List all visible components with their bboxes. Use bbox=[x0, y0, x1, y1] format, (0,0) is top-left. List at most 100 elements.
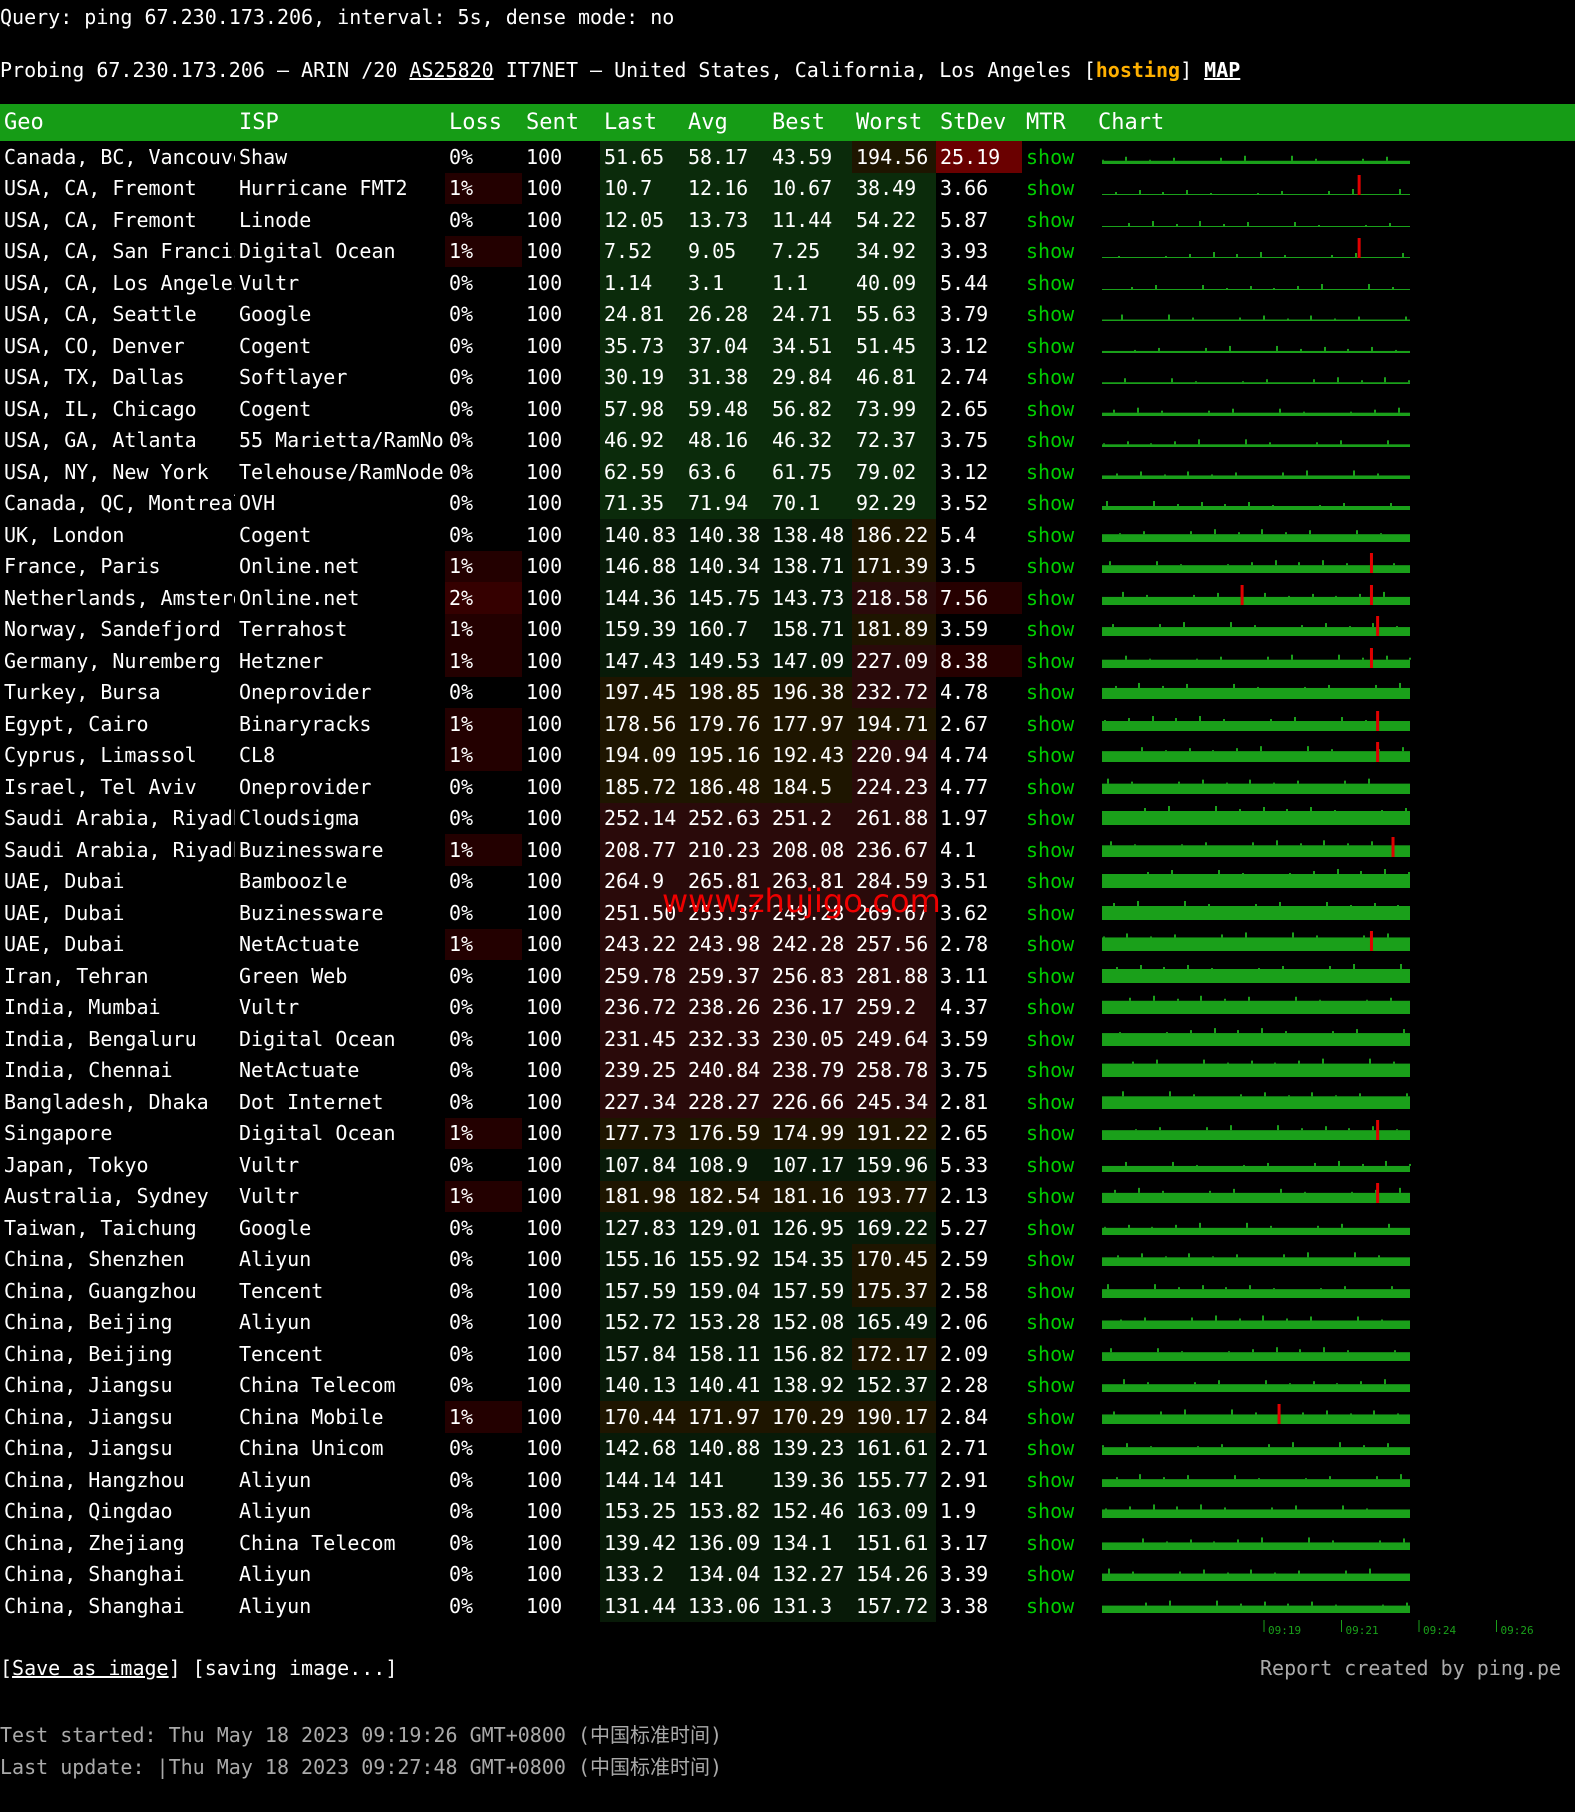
cell-mtr[interactable]: show bbox=[1022, 771, 1094, 803]
cell-worst: 181.89 bbox=[852, 613, 936, 645]
cell-last: 142.68 bbox=[600, 1432, 684, 1464]
cell-mtr[interactable]: show bbox=[1022, 1118, 1094, 1150]
jitter-tick bbox=[1236, 1254, 1238, 1258]
jitter-tick bbox=[1277, 1125, 1279, 1131]
cell-mtr[interactable]: show bbox=[1022, 1496, 1094, 1528]
latency-sparkline bbox=[1102, 470, 1410, 479]
cell-mtr[interactable]: show bbox=[1022, 740, 1094, 772]
cell-mtr[interactable]: show bbox=[1022, 1086, 1094, 1118]
cell-mtr[interactable]: show bbox=[1022, 1149, 1094, 1181]
cell-mtr[interactable]: show bbox=[1022, 1464, 1094, 1496]
map-link[interactable]: MAP bbox=[1204, 58, 1240, 82]
cell-last: 181.98 bbox=[600, 1180, 684, 1212]
jitter-tick bbox=[1149, 658, 1151, 660]
cell-geo: USA, CA, San Francisco bbox=[4, 239, 235, 264]
cell-avg: 58.17 bbox=[684, 141, 768, 173]
latency-sparkline bbox=[1102, 314, 1410, 322]
cell-mtr[interactable]: show bbox=[1022, 425, 1094, 457]
cell-mtr[interactable]: show bbox=[1022, 677, 1094, 709]
latency-sparkline bbox=[1102, 778, 1410, 794]
cell-mtr[interactable]: show bbox=[1022, 1181, 1094, 1213]
cell-last: 153.25 bbox=[600, 1495, 684, 1527]
cell-avg: 149.53 bbox=[684, 645, 768, 677]
jitter-tick bbox=[1202, 1284, 1204, 1289]
cell-sent: 100 bbox=[526, 1247, 563, 1272]
cell-mtr[interactable]: show bbox=[1022, 1527, 1094, 1559]
cell-mtr[interactable]: show bbox=[1022, 362, 1094, 394]
cell-isp: Linode bbox=[239, 207, 312, 232]
cell-mtr[interactable]: show bbox=[1022, 204, 1094, 236]
cell-mtr[interactable]: show bbox=[1022, 519, 1094, 551]
cell-worst: 34.92 bbox=[852, 235, 936, 267]
jitter-tick bbox=[1162, 1191, 1164, 1194]
jitter-tick bbox=[1264, 1601, 1266, 1606]
jitter-tick bbox=[1291, 155, 1293, 161]
jitter-tick bbox=[1344, 780, 1346, 784]
cell-geo: China, Beijing bbox=[4, 1341, 173, 1366]
cell-mtr[interactable]: show bbox=[1022, 1401, 1094, 1433]
latency-bar bbox=[1102, 533, 1410, 542]
cell-mtr[interactable]: show bbox=[1022, 614, 1094, 646]
cell-mtr[interactable]: show bbox=[1022, 1212, 1094, 1244]
cell-avg: 13.73 bbox=[684, 204, 768, 236]
cell-mtr[interactable]: show bbox=[1022, 1590, 1094, 1622]
cell-mtr[interactable]: show bbox=[1022, 1244, 1094, 1276]
cell-mtr[interactable]: show bbox=[1022, 393, 1094, 425]
jitter-tick bbox=[1140, 471, 1142, 476]
cell-avg: 12.16 bbox=[684, 172, 768, 204]
cell-mtr[interactable]: show bbox=[1022, 299, 1094, 331]
cell-mtr[interactable]: show bbox=[1022, 236, 1094, 268]
cell-mtr[interactable]: show bbox=[1022, 929, 1094, 961]
jitter-tick bbox=[1292, 932, 1294, 938]
jitter-tick bbox=[1189, 748, 1191, 752]
latency-sparkline bbox=[1102, 1252, 1410, 1267]
cell-mtr[interactable]: show bbox=[1022, 551, 1094, 583]
latency-sparkline bbox=[1102, 283, 1410, 290]
cell-mtr[interactable]: show bbox=[1022, 897, 1094, 929]
cell-mtr[interactable]: show bbox=[1022, 1023, 1094, 1055]
jitter-tick bbox=[1377, 473, 1379, 476]
table-row: China, Shenzhen Aliyun 0% 100 155.16 155.92 15… bbox=[0, 1243, 1575, 1276]
save-image-link[interactable]: Save as image bbox=[12, 1656, 169, 1680]
cell-worst: 163.09 bbox=[852, 1495, 936, 1527]
cell-mtr[interactable]: show bbox=[1022, 1338, 1094, 1370]
jitter-tick bbox=[1154, 1283, 1156, 1289]
jitter-tick bbox=[1400, 963, 1402, 969]
cell-mtr[interactable]: show bbox=[1022, 866, 1094, 898]
cell-mtr[interactable]: show bbox=[1022, 173, 1094, 205]
jitter-tick bbox=[1368, 778, 1370, 784]
cell-mtr[interactable]: show bbox=[1022, 1433, 1094, 1465]
cell-mtr[interactable]: show bbox=[1022, 267, 1094, 299]
jitter-tick bbox=[1375, 685, 1377, 689]
cell-mtr[interactable]: show bbox=[1022, 960, 1094, 992]
cell-loss: 1% bbox=[445, 235, 522, 267]
jitter-tick bbox=[1112, 624, 1114, 628]
cell-mtr[interactable]: show bbox=[1022, 1307, 1094, 1339]
cell-mtr[interactable]: show bbox=[1022, 1055, 1094, 1087]
jitter-tick bbox=[1402, 747, 1404, 752]
cell-mtr[interactable]: show bbox=[1022, 1275, 1094, 1307]
jitter-tick bbox=[1371, 841, 1373, 846]
cell-mtr[interactable]: show bbox=[1022, 582, 1094, 614]
cell-mtr[interactable]: show bbox=[1022, 1559, 1094, 1591]
jitter-tick bbox=[1295, 1505, 1297, 1510]
cell-mtr[interactable]: show bbox=[1022, 330, 1094, 362]
cell-mtr[interactable]: show bbox=[1022, 488, 1094, 520]
cell-mtr[interactable]: show bbox=[1022, 141, 1094, 173]
cell-mtr[interactable]: show bbox=[1022, 992, 1094, 1024]
cell-mtr[interactable]: show bbox=[1022, 1370, 1094, 1402]
cell-mtr[interactable]: show bbox=[1022, 803, 1094, 835]
cell-mtr[interactable]: show bbox=[1022, 645, 1094, 677]
jitter-tick bbox=[1168, 806, 1170, 812]
jitter-tick bbox=[1236, 748, 1238, 752]
jitter-tick bbox=[1227, 1062, 1229, 1064]
cell-loss: 0% bbox=[445, 1464, 522, 1496]
jitter-tick bbox=[1298, 1060, 1300, 1064]
jitter-tick bbox=[1373, 1410, 1375, 1415]
jitter-tick bbox=[1163, 1476, 1165, 1479]
cell-mtr[interactable]: show bbox=[1022, 456, 1094, 488]
asn-link[interactable]: AS25820 bbox=[409, 58, 493, 82]
cell-mtr[interactable]: show bbox=[1022, 834, 1094, 866]
cell-loss: 1% bbox=[445, 708, 522, 740]
cell-mtr[interactable]: show bbox=[1022, 708, 1094, 740]
